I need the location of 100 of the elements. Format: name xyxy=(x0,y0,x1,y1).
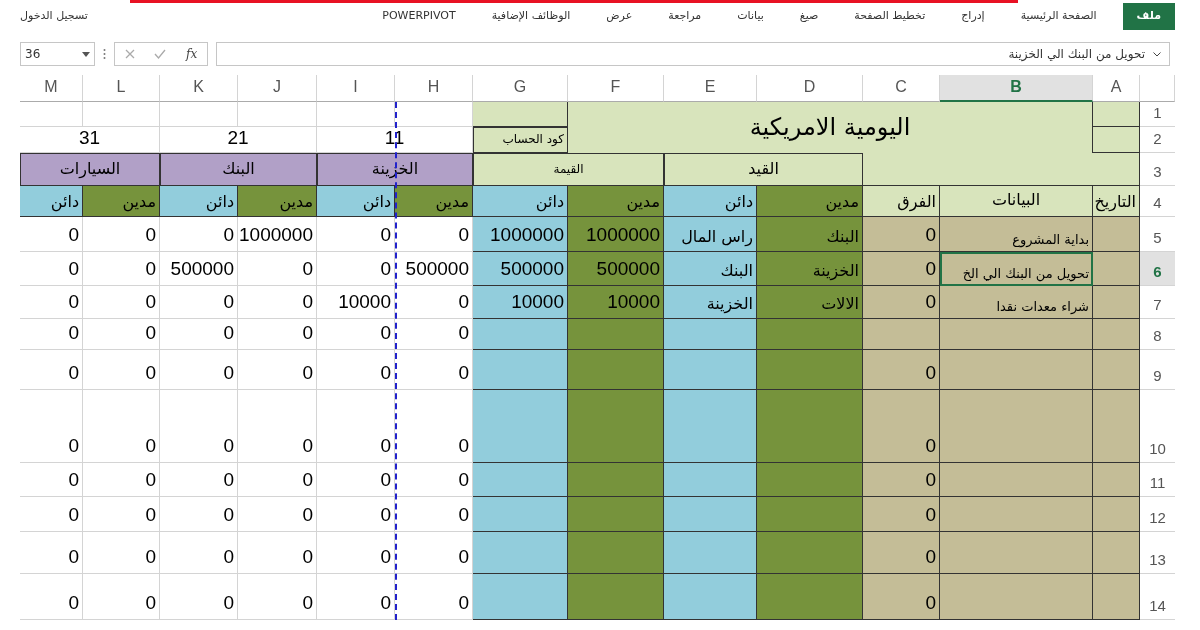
select-all-button[interactable] xyxy=(1140,75,1175,102)
table-cell: 0 xyxy=(863,574,940,620)
table-cell: شراء معدات نقدا xyxy=(940,286,1093,319)
table-cell: 0 xyxy=(20,319,83,350)
table-cell: 0 xyxy=(83,350,160,390)
sign-in-link[interactable]: تسجيل الدخول xyxy=(20,8,88,25)
table-cell: 1000000 xyxy=(238,217,317,252)
column-header[interactable]: C xyxy=(863,75,940,102)
column-header[interactable]: E xyxy=(664,75,757,102)
table-cell: 0 xyxy=(863,497,940,532)
table-cell: 0 xyxy=(20,497,83,532)
ribbon-tab[interactable]: عرض xyxy=(596,5,643,28)
column-header[interactable]: K xyxy=(160,75,238,102)
table-cell: مدين xyxy=(395,186,473,217)
table-cell xyxy=(1093,286,1140,319)
column-header[interactable]: H xyxy=(395,75,473,102)
table-cell: البيانات xyxy=(940,186,1093,217)
table-cell: 0 xyxy=(317,497,395,532)
table-cell: دائن xyxy=(473,186,568,217)
table-cell: الخزينة xyxy=(664,286,757,319)
table-cell: الخزينة xyxy=(757,252,863,286)
table-cell: مدين xyxy=(568,186,664,217)
table-cell: 0 xyxy=(238,286,317,319)
column-header[interactable]: D xyxy=(757,75,863,102)
table-cell: 500000 xyxy=(473,252,568,286)
table-cell xyxy=(20,102,83,127)
table-cell: 0 xyxy=(160,286,238,319)
table-cell: مدين xyxy=(238,186,317,217)
table-cell: 0 xyxy=(160,350,238,390)
table-cell xyxy=(1093,217,1140,252)
table-cell: 0 xyxy=(238,390,317,463)
table-cell: 0 xyxy=(160,217,238,252)
table-cell: 0 xyxy=(83,532,160,574)
column-header[interactable]: G xyxy=(473,75,568,102)
column-header[interactable]: F xyxy=(568,75,664,102)
table-cell: 0 xyxy=(863,532,940,574)
column-header[interactable]: M xyxy=(20,75,83,102)
ribbon-tab[interactable]: ملف xyxy=(1122,3,1175,30)
table-cell xyxy=(1093,127,1140,153)
table-cell: 0 xyxy=(238,532,317,574)
table-cell: 0 xyxy=(20,252,83,286)
ribbon-tab[interactable]: صيغ xyxy=(789,5,829,28)
table-cell: 0 xyxy=(317,390,395,463)
table-cell: 0 xyxy=(160,463,238,497)
column-header[interactable]: I xyxy=(317,75,395,102)
table-cell: 0 xyxy=(20,217,83,252)
column-header[interactable]: B xyxy=(940,75,1093,102)
table-cell xyxy=(1093,574,1140,620)
column-header[interactable]: J xyxy=(238,75,317,102)
table-cell: التاريخ xyxy=(1093,186,1140,217)
cancel-icon[interactable] xyxy=(124,49,135,59)
table-cell: 0 xyxy=(317,252,395,286)
table-cell: 500000 xyxy=(160,252,238,286)
table-cell: 1000000 xyxy=(568,217,664,252)
insert-function-button[interactable]: fx xyxy=(186,45,198,63)
table-cell: 0 xyxy=(160,390,238,463)
column-header[interactable]: A xyxy=(1093,75,1140,102)
table-cell: 0 xyxy=(20,463,83,497)
table-cell: 0 xyxy=(238,463,317,497)
column-header[interactable]: L xyxy=(83,75,160,102)
table-cell: الفرق xyxy=(863,186,940,217)
table-cell: بداية المشروع xyxy=(940,217,1093,252)
table-cell: 0 xyxy=(83,286,160,319)
ribbon-tab[interactable]: الصفحة الرئيسية xyxy=(1010,5,1107,28)
table-cell: 0 xyxy=(160,532,238,574)
table-cell: 1000000 xyxy=(473,217,568,252)
ribbon-tab[interactable]: POWERPIVOT xyxy=(372,5,466,28)
table-cell: 0 xyxy=(83,463,160,497)
selected-cell[interactable]: تحويل من البنك الي الخ xyxy=(940,252,1093,286)
table-cell: البنك xyxy=(757,217,863,252)
table-cell: 0 xyxy=(83,574,160,620)
table-cell: 0 xyxy=(863,463,940,497)
ribbon-tab[interactable]: مراجعة xyxy=(658,5,712,28)
ribbon-tab[interactable]: تخطيط الصفحة xyxy=(844,5,936,28)
table-cell: 10000 xyxy=(473,286,568,319)
table-cell: 0 xyxy=(83,252,160,286)
table-cell xyxy=(1093,532,1140,574)
ribbon-tab[interactable]: الوظائف الإضافية xyxy=(481,5,581,28)
check-icon[interactable] xyxy=(154,49,167,59)
ribbon-tab[interactable]: إدراج xyxy=(951,5,995,28)
table-cell: 0 xyxy=(238,350,317,390)
table-cell: 0 xyxy=(20,532,83,574)
table-cell: راس المال xyxy=(664,217,757,252)
row-header[interactable]: 6 xyxy=(1140,252,1175,286)
ribbon-tab[interactable]: بيانات xyxy=(727,5,774,28)
table-cell: 0 xyxy=(20,350,83,390)
table-cell: مدين xyxy=(83,186,160,217)
table-cell: القيمة xyxy=(473,153,664,186)
table-cell: 0 xyxy=(20,574,83,620)
table-cell: البنك xyxy=(160,153,317,186)
table-cell: القيد xyxy=(664,153,863,186)
table-cell xyxy=(1093,319,1140,350)
name-box[interactable]: 36 xyxy=(20,42,95,66)
dropdown-icon xyxy=(82,51,90,57)
table-cell: 0 xyxy=(238,497,317,532)
table-cell: 0 xyxy=(20,390,83,463)
table-cell: دائن xyxy=(160,186,238,217)
table-cell xyxy=(1093,463,1140,497)
table-cell: 500000 xyxy=(568,252,664,286)
formula-field[interactable]: تحويل من البنك الي الخزينة xyxy=(216,42,1170,66)
